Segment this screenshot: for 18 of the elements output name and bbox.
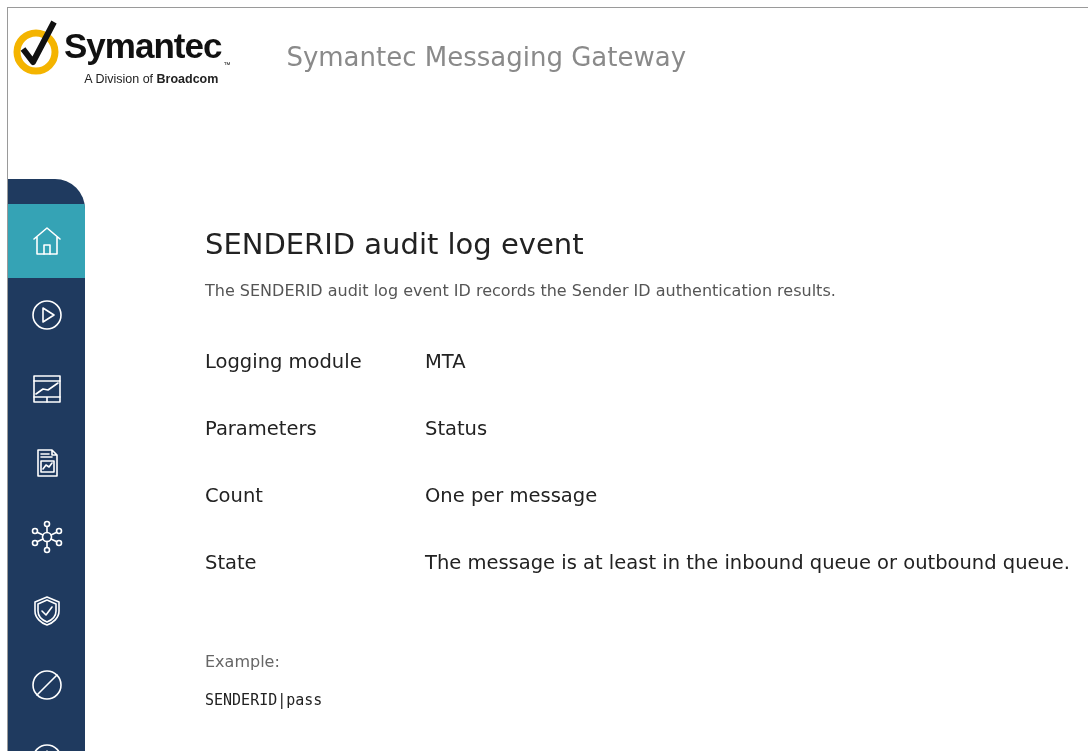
article-description: The SENDERID audit log event ID records the Sender ID authentication results.	[205, 281, 837, 300]
property-label: Parameters	[205, 417, 318, 440]
example-label: Example:	[205, 652, 281, 671]
property-label: Count	[205, 484, 264, 507]
article-title: SENDERID audit log event	[205, 227, 585, 261]
logo-subtitle: A Division of Broadcom	[84, 72, 219, 86]
property-label: State	[205, 551, 258, 574]
logo-wordmark: Symantec	[64, 26, 222, 66]
property-value: One per message	[425, 482, 599, 509]
prohibited-icon	[29, 668, 64, 702]
product-title: Symantec Messaging Gateway	[286, 42, 687, 72]
network-icon	[29, 520, 64, 554]
property-value: The message is at least in the inbound queue or outbound queue.	[425, 549, 1072, 576]
play-icon	[29, 298, 64, 332]
property-value: Status	[425, 415, 489, 442]
property-label: Logging module	[205, 350, 363, 373]
example-code: SENDERID|pass	[205, 691, 324, 709]
property-value: MTA	[425, 348, 467, 375]
